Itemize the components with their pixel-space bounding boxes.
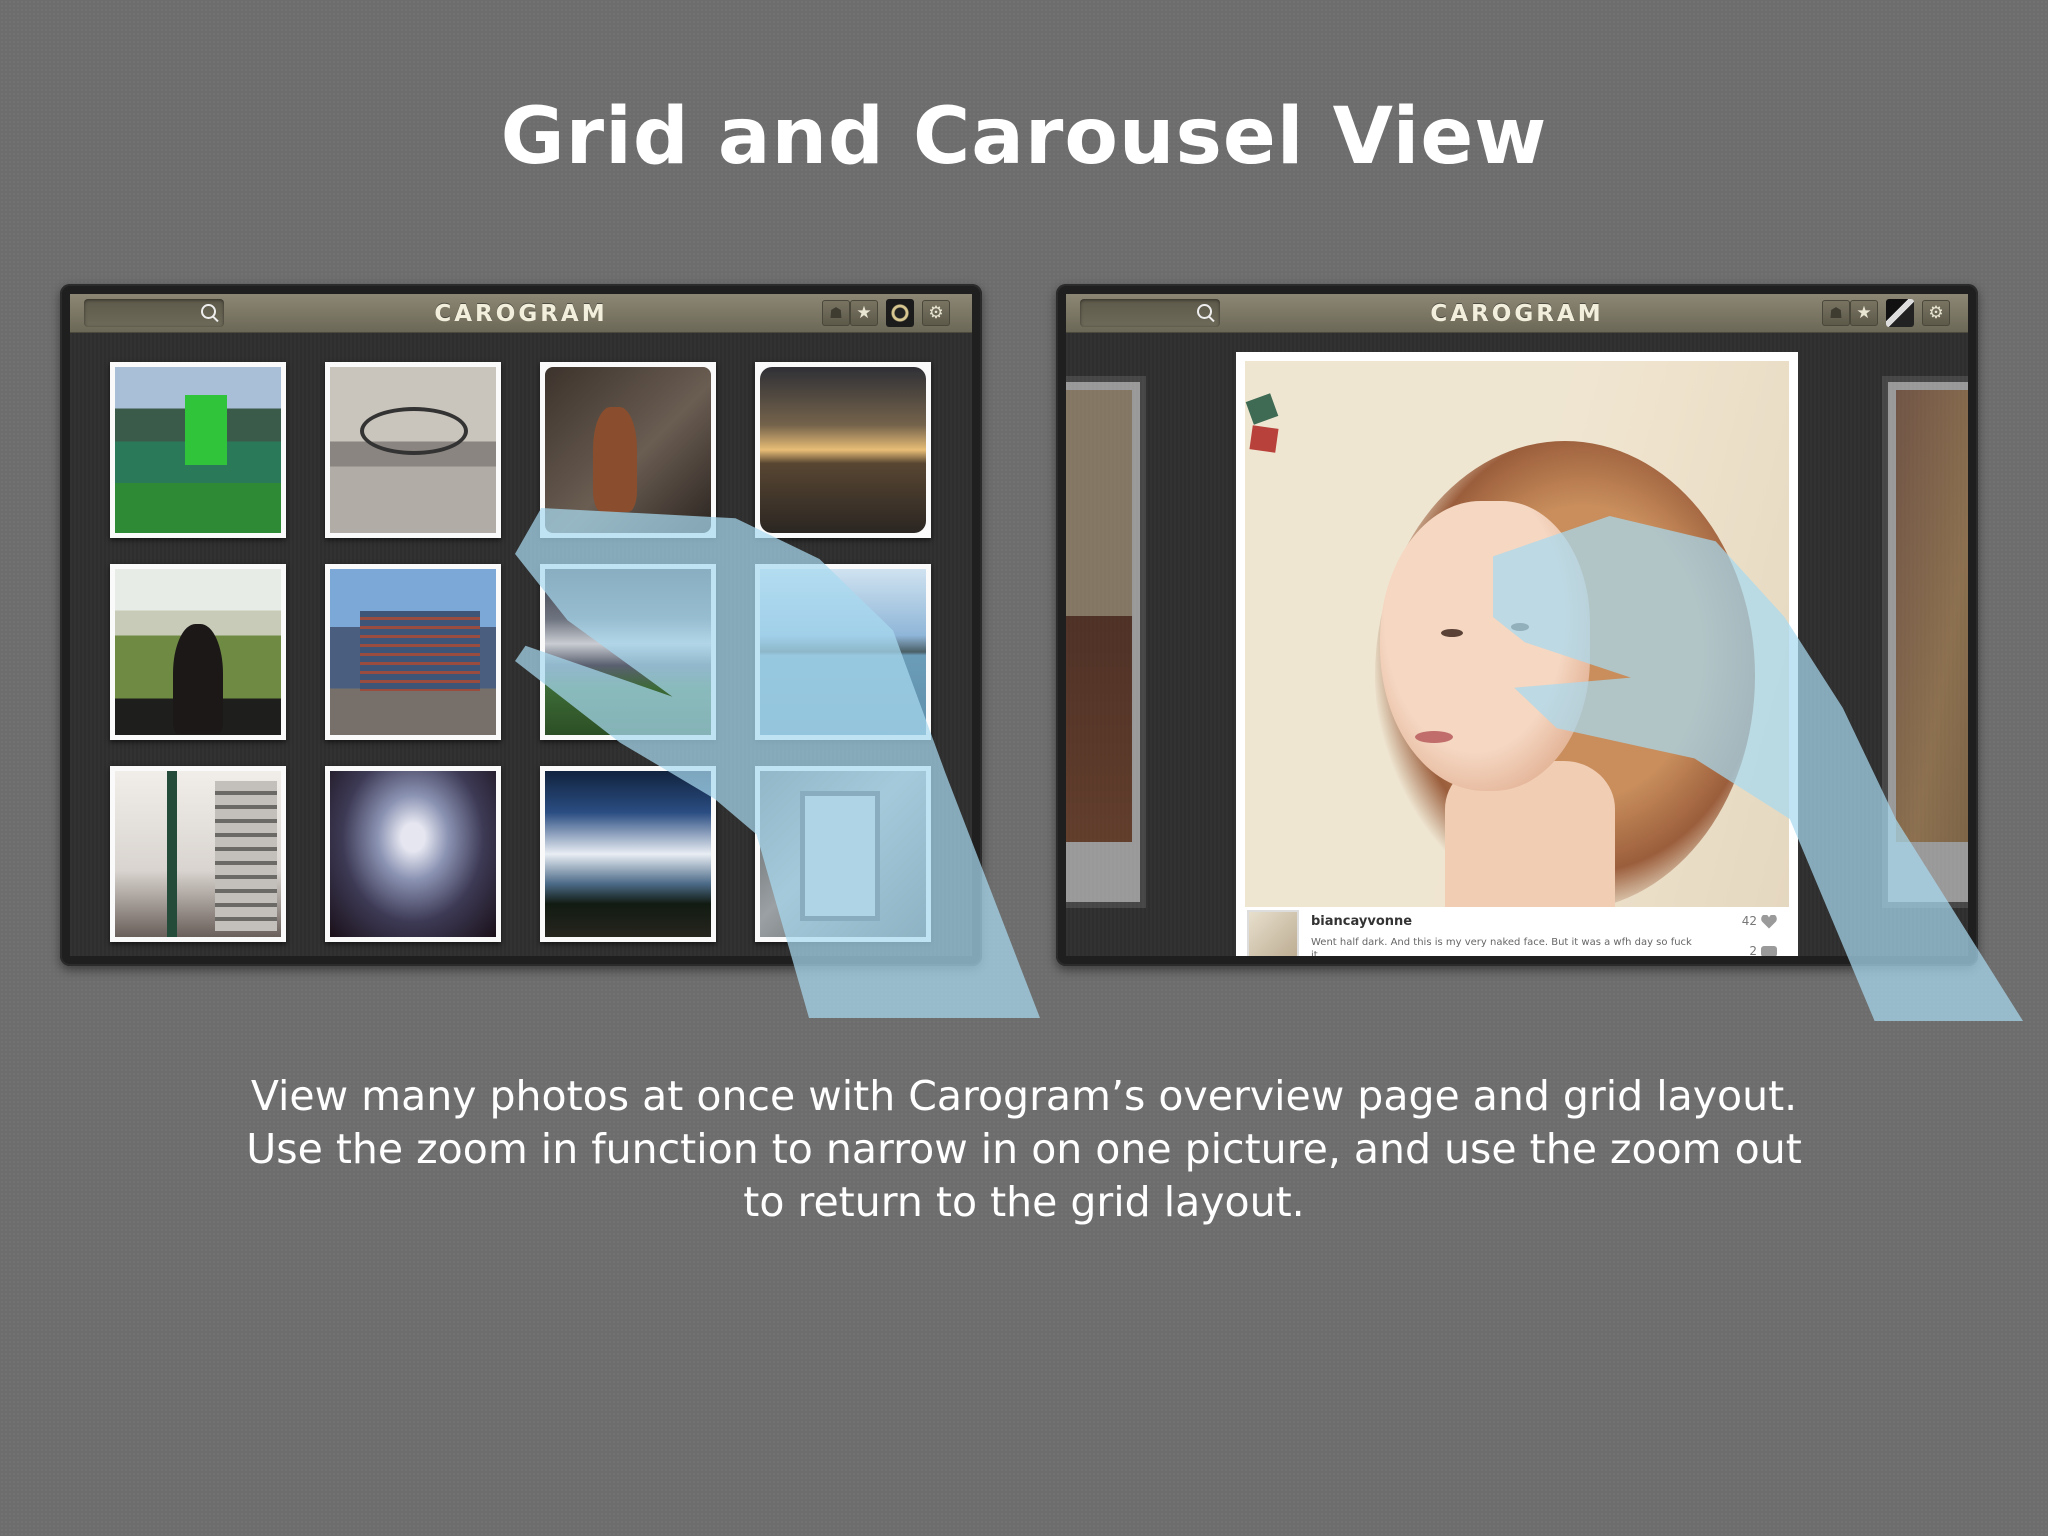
previous-photo bbox=[1066, 390, 1132, 842]
like-count[interactable]: 42 bbox=[1742, 914, 1777, 929]
profile-avatar-button[interactable] bbox=[1886, 299, 1914, 327]
grid-photo-plaza[interactable] bbox=[325, 362, 501, 538]
grid-photo-dusk[interactable] bbox=[325, 766, 501, 942]
like-count-value: 42 bbox=[1741, 914, 1757, 928]
street-photo bbox=[115, 771, 281, 937]
building-photo bbox=[330, 569, 496, 735]
clouds-photo bbox=[545, 771, 711, 937]
favorites-button[interactable]: ★ bbox=[850, 300, 878, 326]
post-footer: biancayvonne Went half dark. And this is… bbox=[1245, 908, 1789, 956]
comment-icon bbox=[1761, 946, 1777, 956]
settings-button[interactable]: ⚙ bbox=[1922, 300, 1950, 326]
grid-photo-field[interactable] bbox=[110, 564, 286, 740]
sunset-photo bbox=[760, 367, 926, 533]
grid-photo-clouds[interactable] bbox=[540, 766, 716, 942]
headline: Grid and Carousel View bbox=[500, 92, 1548, 182]
gear-icon: ⚙ bbox=[928, 303, 944, 323]
field-portrait-photo bbox=[115, 569, 281, 735]
grid-photo-stadium[interactable] bbox=[110, 362, 286, 538]
avatar[interactable] bbox=[1247, 910, 1299, 956]
comment-count[interactable]: 2 bbox=[1749, 944, 1777, 956]
settings-button[interactable]: ⚙ bbox=[922, 300, 950, 326]
dusk-photo bbox=[330, 771, 496, 937]
toolbar: CAROGRAM ☗ ★ ⚙ bbox=[1066, 294, 1968, 333]
home-icon: ☗ bbox=[1829, 304, 1843, 322]
stadium-photo bbox=[115, 367, 281, 533]
toolbar: CAROGRAM ☗ ★ ⚙ bbox=[70, 294, 972, 333]
post-username[interactable]: biancayvonne bbox=[1311, 914, 1412, 929]
heart-icon bbox=[1761, 915, 1777, 929]
plaza-photo bbox=[330, 367, 496, 533]
next-photo bbox=[1896, 390, 1968, 842]
home-icon: ☗ bbox=[829, 304, 843, 322]
home-button[interactable]: ☗ bbox=[1822, 300, 1850, 326]
gear-icon: ⚙ bbox=[1928, 303, 1944, 323]
cat-photo bbox=[545, 367, 711, 533]
grid-photo-street[interactable] bbox=[110, 766, 286, 942]
description-caption: View many photos at once with Carogram’s… bbox=[246, 1072, 1802, 1226]
previous-photo-card[interactable] bbox=[1066, 382, 1140, 902]
comment-count-value: 2 bbox=[1749, 944, 1757, 956]
next-photo-card[interactable] bbox=[1888, 382, 1968, 902]
favorites-button[interactable]: ★ bbox=[1850, 300, 1878, 326]
profile-avatar-button[interactable] bbox=[886, 299, 914, 327]
home-button[interactable]: ☗ bbox=[822, 300, 850, 326]
grid-photo-building[interactable] bbox=[325, 564, 501, 740]
star-icon: ★ bbox=[1856, 303, 1872, 323]
star-icon: ★ bbox=[856, 303, 872, 323]
post-caption: Went half dark. And this is my very nake… bbox=[1311, 937, 1692, 956]
grid-photo-sunset[interactable] bbox=[755, 362, 931, 538]
